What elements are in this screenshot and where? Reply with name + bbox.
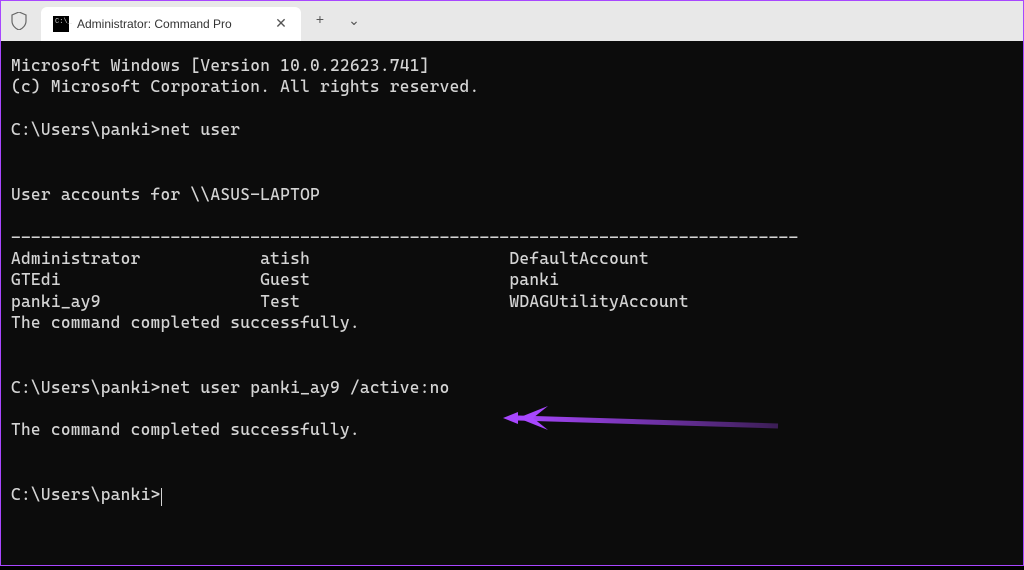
shield-icon: [9, 11, 29, 31]
new-tab-button[interactable]: +: [305, 6, 335, 36]
banner-line: (c) Microsoft Corporation. All rights re…: [11, 77, 480, 96]
prompt-path: C:\Users\panki>: [11, 485, 161, 504]
command-text: net user panki_ay9 /active:no: [161, 378, 450, 397]
accounts-row: Administrator atish DefaultAccount: [11, 249, 649, 268]
tab-dropdown-button[interactable]: ⌄: [339, 6, 369, 36]
success-message: The command completed successfully.: [11, 420, 360, 439]
annotation-arrow-icon: [418, 398, 788, 438]
terminal-output[interactable]: Microsoft Windows [Version 10.0.22623.74…: [1, 41, 1023, 565]
cmd-icon: [53, 16, 69, 32]
success-message: The command completed successfully.: [11, 313, 360, 332]
close-tab-button[interactable]: ✕: [273, 16, 289, 32]
titlebar: Administrator: Command Pro ✕ + ⌄: [1, 1, 1023, 41]
tab-command-prompt[interactable]: Administrator: Command Pro ✕: [41, 7, 301, 41]
prompt-path: C:\Users\panki>: [11, 120, 161, 139]
separator-line: ----------------------------------------…: [11, 228, 798, 247]
accounts-row: panki_ay9 Test WDAGUtilityAccount: [11, 292, 689, 311]
tab-title: Administrator: Command Pro: [77, 17, 265, 31]
banner-line: Microsoft Windows [Version 10.0.22623.74…: [11, 56, 430, 75]
cursor: [161, 488, 163, 506]
command-text: net user: [161, 120, 241, 139]
accounts-row: GTEdi Guest panki: [11, 270, 559, 289]
prompt-path: C:\Users\panki>: [11, 378, 161, 397]
accounts-header: User accounts for \\ASUS-LAPTOP: [11, 185, 320, 204]
